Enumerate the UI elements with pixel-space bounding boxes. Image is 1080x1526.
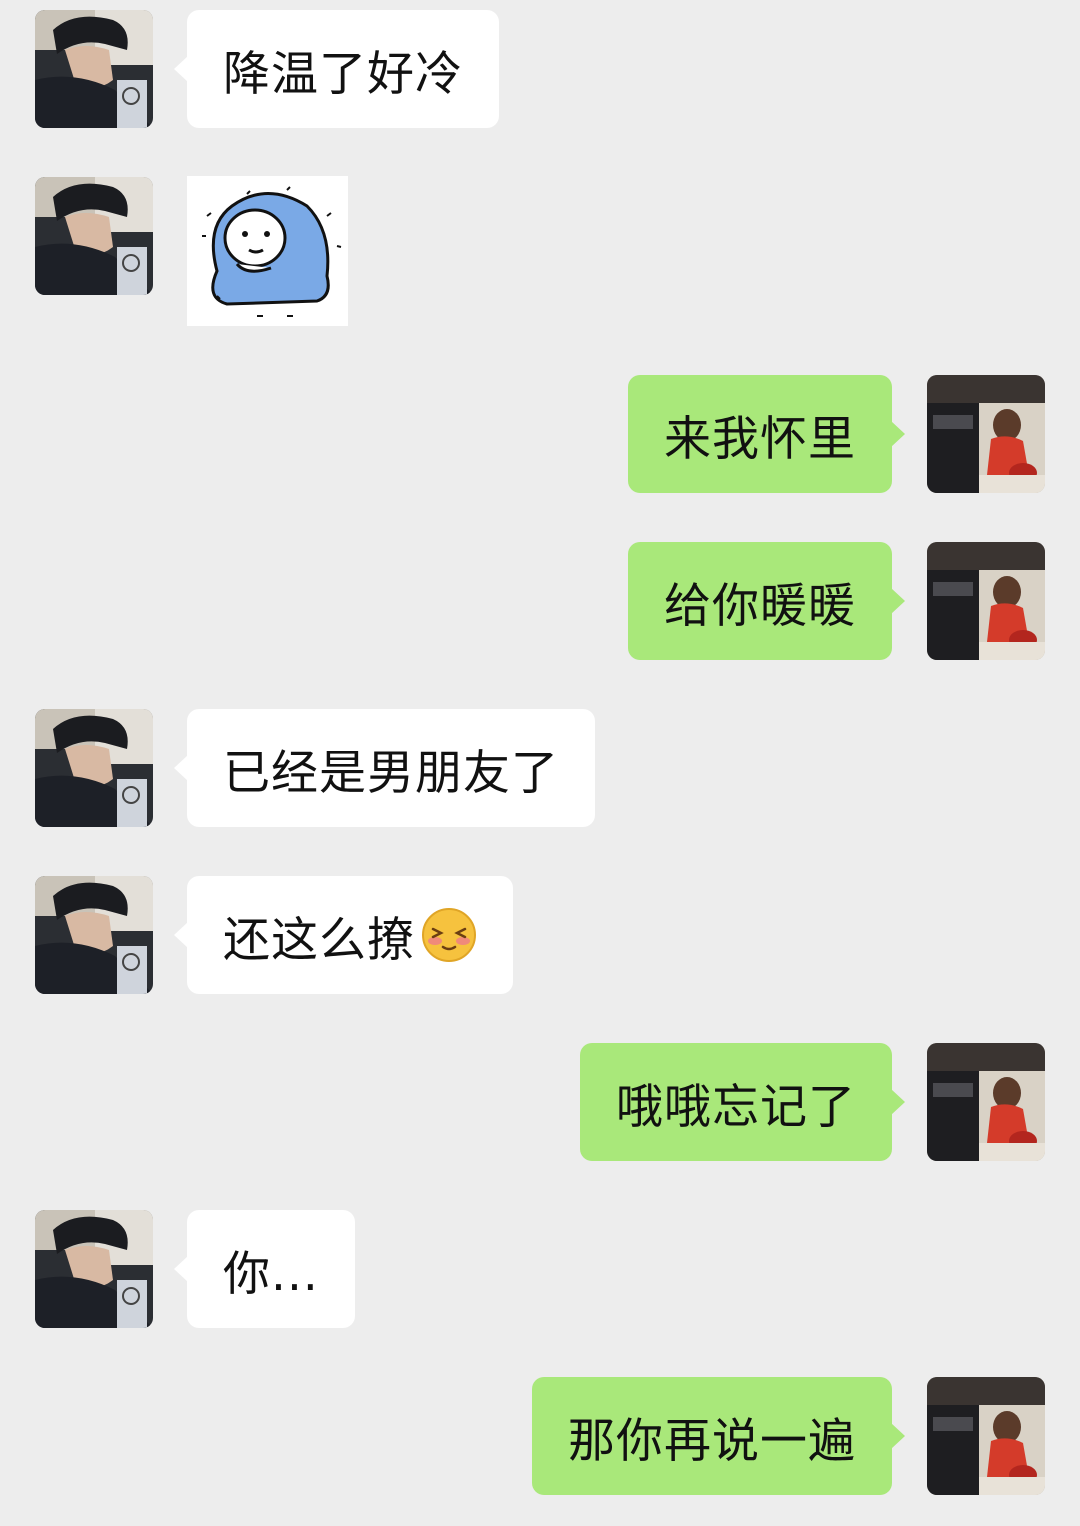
- message-text: 那你再说一遍: [568, 1413, 856, 1469]
- message-bubble-incoming[interactable]: 降温了好冷: [174, 10, 499, 128]
- chat-area[interactable]: 降温了好冷 来我怀里 给你暖暖 已经是男朋友了 还这么撩 哦哦忘记了 你... …: [0, 0, 1080, 1526]
- avatar-girl-photo-icon[interactable]: [927, 375, 1045, 493]
- avatar-boy-photo-icon[interactable]: [35, 709, 153, 827]
- message-bubble-incoming[interactable]: 你...: [174, 1210, 355, 1328]
- message-text: 来我怀里: [664, 411, 856, 467]
- message-bubble-outgoing[interactable]: 来我怀里: [628, 375, 905, 493]
- avatar-girl-photo-icon[interactable]: [927, 1377, 1045, 1495]
- message-bubble-incoming[interactable]: 还这么撩: [174, 876, 513, 994]
- message-bubble-outgoing[interactable]: 给你暖暖: [628, 542, 905, 660]
- message-text: 降温了好冷: [223, 46, 463, 102]
- message-bubble-outgoing[interactable]: 那你再说一遍: [532, 1377, 905, 1495]
- blue-blanket-sticker[interactable]: [187, 176, 348, 326]
- message-text: 给你暖暖: [664, 578, 856, 634]
- avatar-boy-photo-icon[interactable]: [35, 177, 153, 295]
- avatar-boy-photo-icon[interactable]: [35, 876, 153, 994]
- message-text: 还这么撩: [223, 912, 415, 968]
- message-text: 哦哦忘记了: [616, 1079, 856, 1135]
- avatar-boy-photo-icon[interactable]: [35, 1210, 153, 1328]
- blushing-face-emoji-icon: [421, 907, 477, 963]
- avatar-boy-photo-icon[interactable]: [35, 10, 153, 128]
- avatar-girl-photo-icon[interactable]: [927, 1043, 1045, 1161]
- message-bubble-outgoing[interactable]: 哦哦忘记了: [580, 1043, 905, 1161]
- message-text: 已经是男朋友了: [223, 745, 559, 801]
- message-text: 你...: [223, 1246, 319, 1302]
- avatar-girl-photo-icon[interactable]: [927, 542, 1045, 660]
- message-bubble-incoming[interactable]: 已经是男朋友了: [174, 709, 595, 827]
